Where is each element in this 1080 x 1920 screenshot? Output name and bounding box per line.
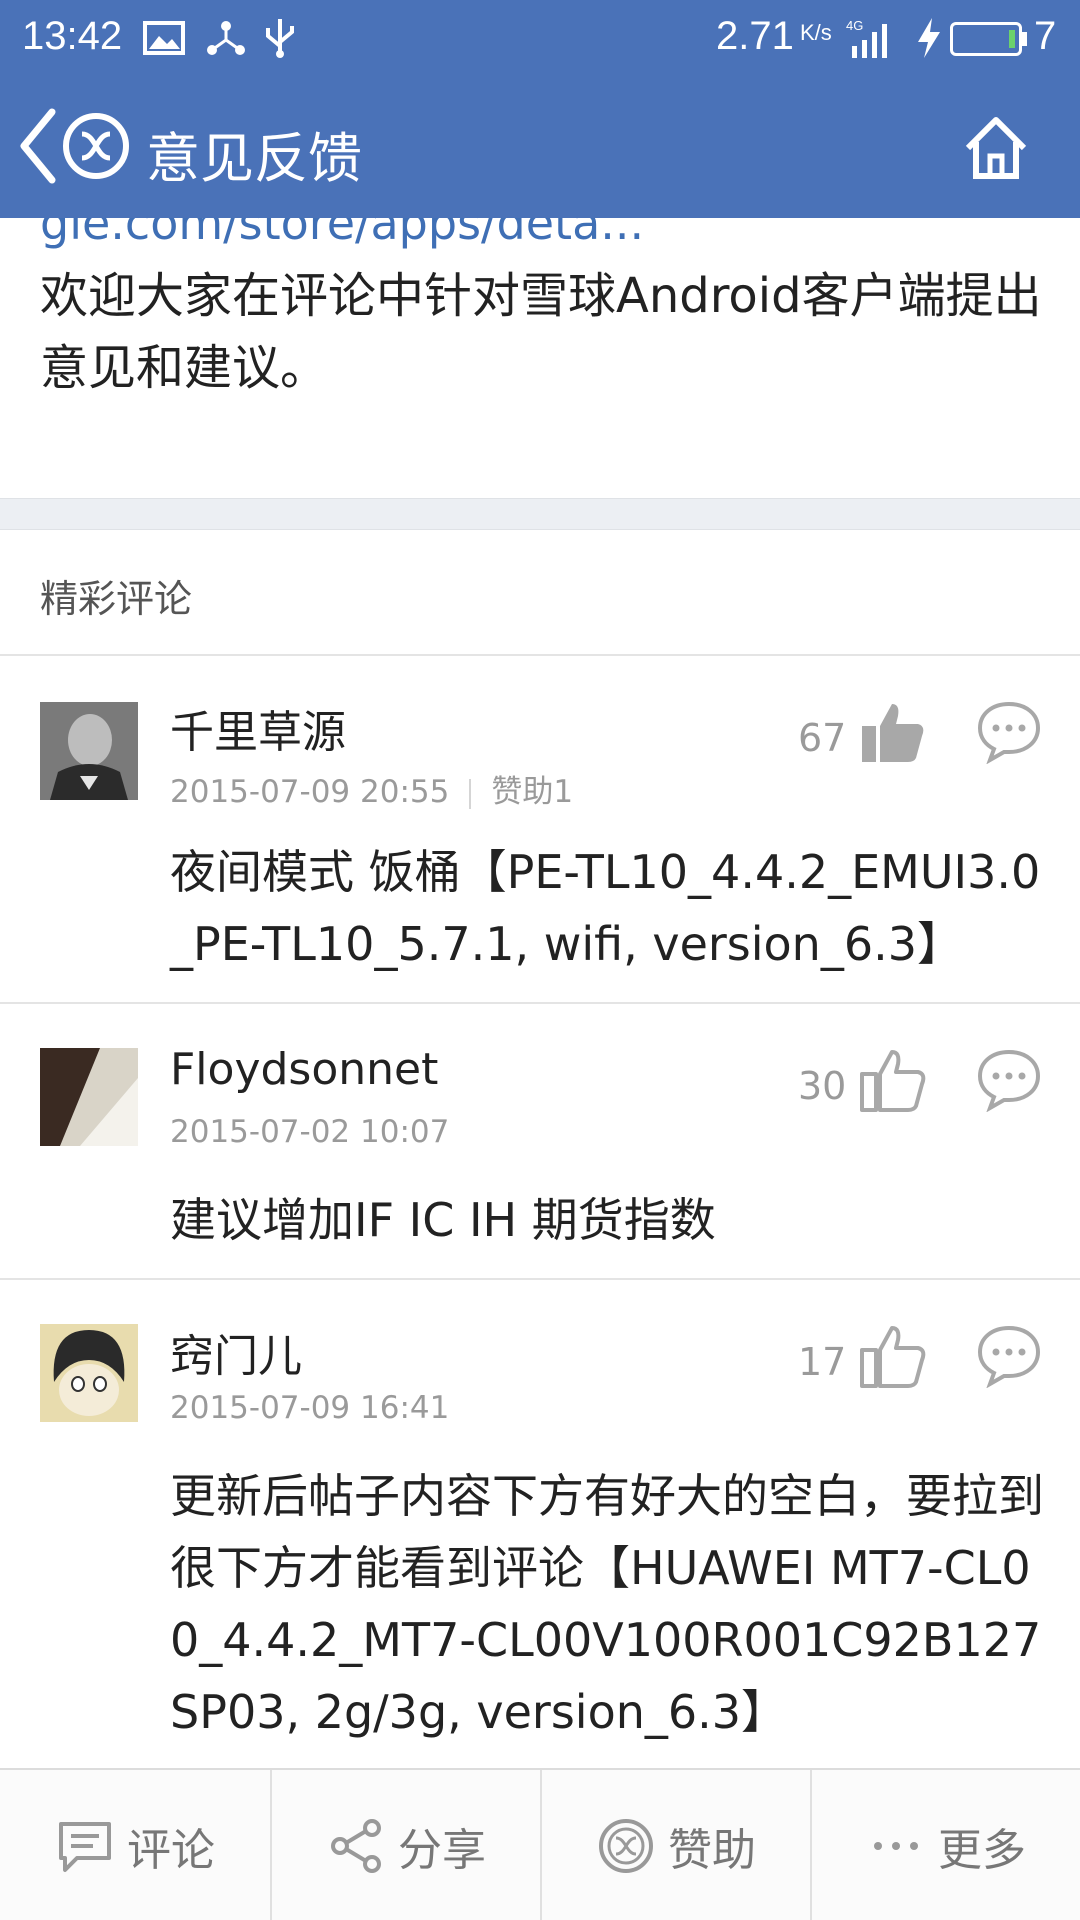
snowball-logo-icon (63, 113, 129, 179)
comment-bubble-icon[interactable] (976, 1322, 1042, 1388)
sponsor-icon (599, 1819, 653, 1873)
comment-author[interactable]: 千里草源 (170, 696, 346, 760)
comment-bubble-icon[interactable] (976, 1046, 1042, 1112)
thumbs-up-icon[interactable] (858, 1044, 928, 1114)
comment-date: 2015-07-02 10:07 (170, 1114, 450, 1150)
comment-bubble-icon[interactable] (976, 698, 1042, 764)
section-title: 精彩评论 (40, 577, 193, 621)
thumbs-up-icon[interactable] (858, 1320, 928, 1390)
comment-item[interactable]: Floydsonnet 2015-07-02 10:07 30 建议增加IF I… (0, 1004, 1080, 1278)
comment-icon (59, 1822, 111, 1872)
comment-body: 夜间模式 饭桶【PE-TL10_4.4.2_EMUI3.0_PE-TL10_5.… (170, 845, 1041, 971)
comment-item[interactable]: 窍门儿 2015-07-09 16:41 17 更新后帖子内容下方有好大的空白，… (0, 1280, 1080, 1768)
comment-meta: 2015-07-09 20:55 赞助1 (170, 766, 573, 811)
avatar[interactable] (40, 702, 138, 800)
app-header: 意见反馈 (0, 76, 1080, 218)
battery-level: 7 (1034, 14, 1057, 58)
sponsor-button[interactable]: 赞助 (540, 1770, 810, 1920)
share-button-label: 分享 (398, 1825, 486, 1876)
more-dots-icon (874, 1842, 918, 1850)
bottom-action-bar: 评论 分享 赞助 更多 (0, 1768, 1080, 1920)
avatar[interactable] (40, 1048, 138, 1146)
status-bar: 13:42 2.71 K/s 4G 7 (0, 0, 1080, 76)
comment-date: 2015-07-09 20:55 (170, 774, 450, 810)
usb-icon (266, 19, 294, 58)
share-button[interactable]: 分享 (270, 1770, 540, 1920)
comment-body: 建议增加IF IC IH 期货指数 (170, 1193, 716, 1247)
signal-icon: 4G (846, 18, 887, 58)
thumbs-up-filled-icon[interactable] (858, 696, 928, 766)
home-icon[interactable] (960, 112, 1032, 184)
post-body: 欢迎大家在评论中针对雪球Android客户端提出意见和建议。 (40, 268, 1042, 396)
battery-icon (950, 22, 1022, 56)
comment-meta: 2015-07-02 10:07 (170, 1114, 449, 1150)
section-gap (0, 498, 1080, 530)
comment-author[interactable]: Floydsonnet (170, 1044, 438, 1095)
gallery-icon (143, 21, 185, 55)
more-button[interactable]: 更多 (810, 1770, 1080, 1920)
post-content: gle.com/store/apps/deta... 欢迎大家在评论中针对雪球A… (0, 218, 1080, 498)
comment-button[interactable]: 评论 (0, 1770, 270, 1920)
share-network-icon (207, 21, 245, 55)
status-time: 13:42 (22, 14, 123, 58)
more-button-label: 更多 (938, 1825, 1026, 1876)
page-title: 意见反馈 (146, 127, 362, 190)
comment-date: 2015-07-09 16:41 (170, 1390, 450, 1426)
back-icon[interactable] (16, 106, 60, 186)
sponsor-button-label: 赞助 (668, 1825, 756, 1876)
post-link[interactable]: gle.com/store/apps/deta... (40, 218, 644, 250)
share-icon (331, 1819, 381, 1873)
comment-sponsor-count: 赞助1 (491, 774, 574, 810)
avatar[interactable] (40, 1324, 138, 1422)
network-speed-unit: K/s (800, 20, 832, 45)
charging-icon (918, 18, 940, 58)
like-count: 17 (798, 1340, 847, 1384)
comment-item[interactable]: 千里草源 2015-07-09 20:55 赞助1 67 夜间模式 饭桶【PE-T… (0, 656, 1080, 1002)
comment-meta: 2015-07-09 16:41 (170, 1390, 449, 1426)
comment-body: 更新后帖子内容下方有好大的空白，要拉到很下方才能看到评论【HUAWEI MT7-… (170, 1469, 1044, 1739)
like-count: 67 (798, 716, 847, 760)
svg-text:4G: 4G (846, 18, 863, 33)
comment-button-label: 评论 (127, 1825, 215, 1876)
comment-author[interactable]: 窍门儿 (170, 1320, 302, 1384)
like-count: 30 (798, 1064, 847, 1108)
network-speed: 2.71 (716, 14, 794, 58)
